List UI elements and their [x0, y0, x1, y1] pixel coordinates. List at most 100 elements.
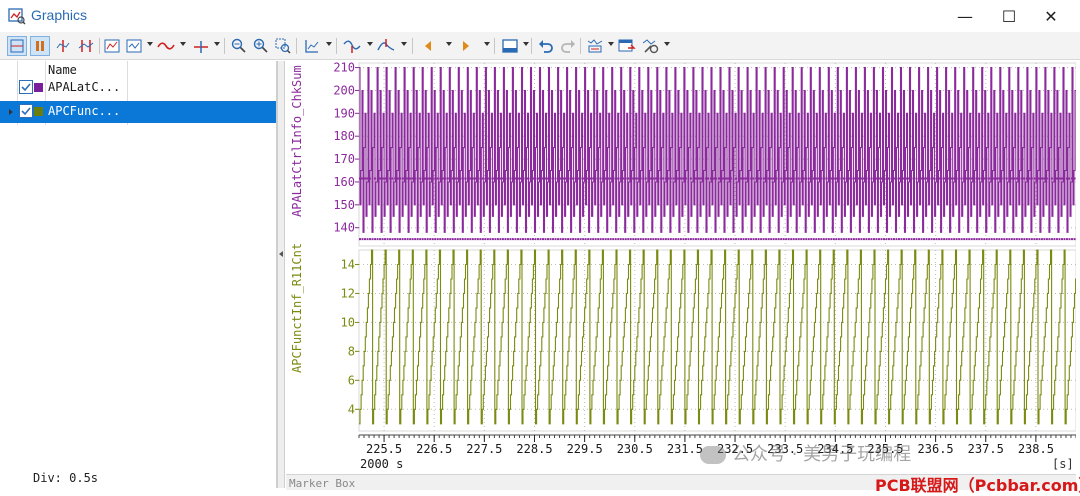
signal-checkbox[interactable] [19, 104, 33, 118]
sample-point [837, 177, 840, 180]
panel-splitter[interactable] [277, 61, 285, 488]
sample-point [471, 238, 474, 241]
sample-point [519, 177, 522, 180]
sample-point [564, 177, 567, 180]
view-icon[interactable] [7, 36, 27, 56]
sample-point [790, 177, 793, 180]
sample-point [454, 238, 457, 241]
sample-point [775, 238, 778, 241]
cursor-double-icon[interactable] [76, 36, 96, 56]
signal-checkbox[interactable] [19, 80, 33, 94]
sample-point [604, 238, 607, 241]
cursor-single-icon[interactable] [53, 36, 73, 56]
sample-point [877, 177, 880, 180]
arrow-left-icon[interactable] [418, 36, 438, 56]
sample-point [840, 238, 843, 241]
sample-point [394, 177, 397, 180]
sample-point [975, 238, 978, 241]
zoom-box-icon[interactable] [273, 36, 293, 56]
sample-point [825, 177, 828, 180]
zoom-out-icon[interactable] [229, 36, 249, 56]
graph-options-icon[interactable] [124, 36, 144, 56]
sample-point [386, 177, 389, 180]
config-icon[interactable] [585, 36, 605, 56]
sample-point [1048, 238, 1051, 241]
sample-point [431, 177, 434, 180]
collapse-arrow-icon[interactable] [279, 251, 283, 257]
sample-point [634, 177, 637, 180]
sample-point [607, 238, 610, 241]
sample-point [812, 238, 815, 241]
sample-point [649, 238, 652, 241]
sample-point [627, 238, 630, 241]
sample-point [1048, 177, 1051, 180]
sample-point [609, 238, 612, 241]
sample-point [489, 238, 492, 241]
sample-point [574, 177, 577, 180]
sample-point [970, 177, 973, 180]
arrow-right-icon[interactable] [456, 36, 476, 56]
minimize-button[interactable]: — [942, 0, 988, 32]
sample-point [900, 238, 903, 241]
export-icon[interactable] [617, 36, 637, 56]
signal-row-chksum[interactable]: APALatC... [0, 77, 276, 99]
sample-point [1008, 177, 1011, 180]
axis-xy-icon[interactable] [191, 36, 211, 56]
sample-point [684, 177, 687, 180]
sample-point [817, 238, 820, 241]
sample-point [720, 238, 723, 241]
x-tick-label: 237.5 [968, 442, 1004, 456]
sample-point [501, 177, 504, 180]
sample-point [918, 238, 921, 241]
step-right-icon[interactable] [376, 36, 396, 56]
column-header-name[interactable]: Name [48, 63, 77, 77]
graph-area[interactable]: 210 200 190 180 170 160 150 140 14 12 10 8 6 4 225.5 22… [286, 61, 1076, 491]
sample-point [369, 238, 372, 241]
sample-point [1073, 238, 1076, 241]
zoom-in-icon[interactable] [251, 36, 271, 56]
sample-point [444, 177, 447, 180]
sample-point [877, 238, 880, 241]
signal-row-r11cnt[interactable]: APCFunc... [0, 101, 276, 123]
sample-point [968, 238, 971, 241]
sample-point [722, 238, 725, 241]
sample-point [384, 238, 387, 241]
layout-icon[interactable] [500, 36, 520, 56]
sample-point [506, 177, 509, 180]
step-left-icon[interactable] [342, 36, 362, 56]
signal-plot[interactable]: 210 200 190 180 170 160 150 140 14 12 10 8 6 4 225.5 22… [286, 61, 1076, 474]
sample-point [1060, 238, 1063, 241]
sample-point [852, 177, 855, 180]
sample-point [1010, 238, 1013, 241]
sample-point [531, 238, 534, 241]
sample-point [1015, 177, 1018, 180]
sample-point [632, 238, 635, 241]
sample-point [519, 238, 522, 241]
check-icon [21, 83, 31, 92]
sample-point [953, 238, 956, 241]
scale-icon[interactable] [302, 36, 322, 56]
sample-point [479, 177, 482, 180]
sample-point [875, 238, 878, 241]
maximize-button[interactable]: ☐ [986, 0, 1032, 32]
curve-icon[interactable] [156, 36, 176, 56]
sample-point [750, 238, 753, 241]
sample-point [742, 177, 745, 180]
tools-icon[interactable] [641, 36, 661, 56]
sample-point [1020, 177, 1023, 180]
sample-point [597, 177, 600, 180]
stop-icon[interactable] [30, 36, 50, 56]
sample-point [948, 177, 951, 180]
sample-point [702, 177, 705, 180]
sample-point [903, 177, 906, 180]
sample-point [499, 177, 502, 180]
sample-point [898, 238, 901, 241]
undo-icon[interactable] [536, 36, 556, 56]
sample-point [795, 238, 798, 241]
close-button[interactable]: ✕ [1028, 0, 1074, 32]
sample-point [867, 177, 870, 180]
redo-icon[interactable] [558, 36, 578, 56]
sample-point [647, 238, 650, 241]
graph-icon[interactable] [102, 36, 122, 56]
y-tick-label: 210 [333, 61, 355, 75]
